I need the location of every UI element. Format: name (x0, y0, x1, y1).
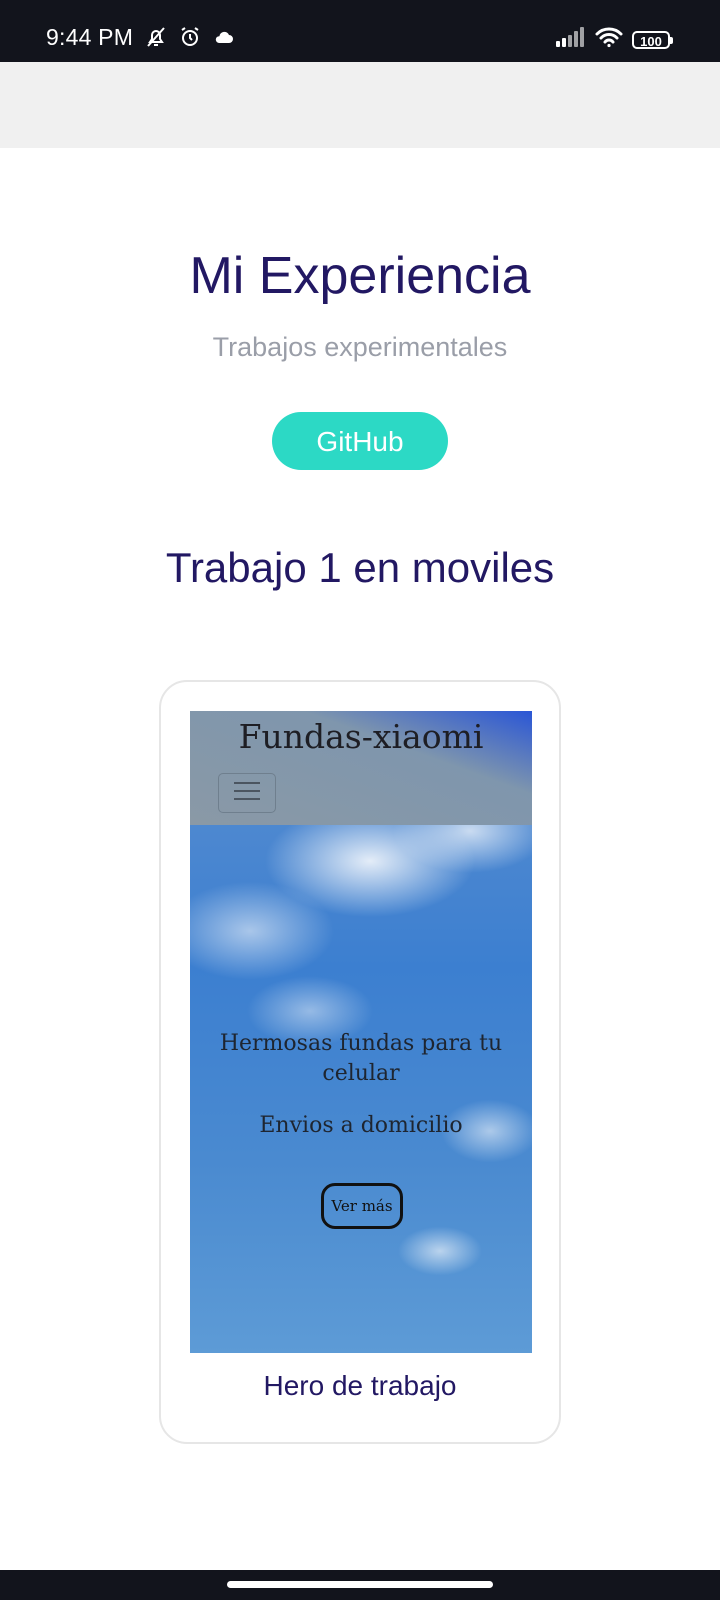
preview-menu-button (218, 773, 276, 813)
preview-headline: Hermosas fundas para tu celular (219, 1031, 503, 1086)
github-button[interactable]: GitHub (272, 412, 448, 470)
preview-cta-button: Ver más (321, 1183, 403, 1229)
browser-toolbar-area (0, 62, 720, 148)
status-icons-left (144, 25, 236, 54)
preview-subheadline: Envios a domicilio (259, 1113, 463, 1138)
status-time: 9:44 PM (46, 24, 134, 50)
signal-icon (556, 27, 586, 52)
preview-header: Fundas-xiaomi (190, 711, 532, 825)
section-title: Trabajo 1 en moviles (165, 544, 555, 591)
bell-off-icon (144, 25, 168, 54)
project-preview-image: Fundas-xiaomi Hermosas fundas para tu ce… (190, 711, 532, 1353)
page-title: Mi Experiencia (189, 247, 531, 305)
battery-icon: 100 (632, 30, 673, 49)
page-subtitle: Trabajos experimentales (212, 332, 508, 362)
card-caption: Hero de trabajo (263, 1370, 457, 1401)
status-icons-right: 100 (556, 26, 673, 53)
project-card[interactable]: Fundas-xiaomi Hermosas fundas para tu ce… (159, 680, 561, 1444)
status-bar: 9:44 PM 100 (0, 0, 720, 62)
home-indicator[interactable] (227, 1581, 493, 1588)
alarm-icon (178, 25, 202, 54)
hamburger-icon (233, 780, 261, 807)
cloud-icon (212, 25, 236, 54)
navigation-bar (0, 1570, 720, 1600)
preview-brand: Fundas-xiaomi (238, 717, 484, 756)
wifi-icon (594, 26, 624, 53)
